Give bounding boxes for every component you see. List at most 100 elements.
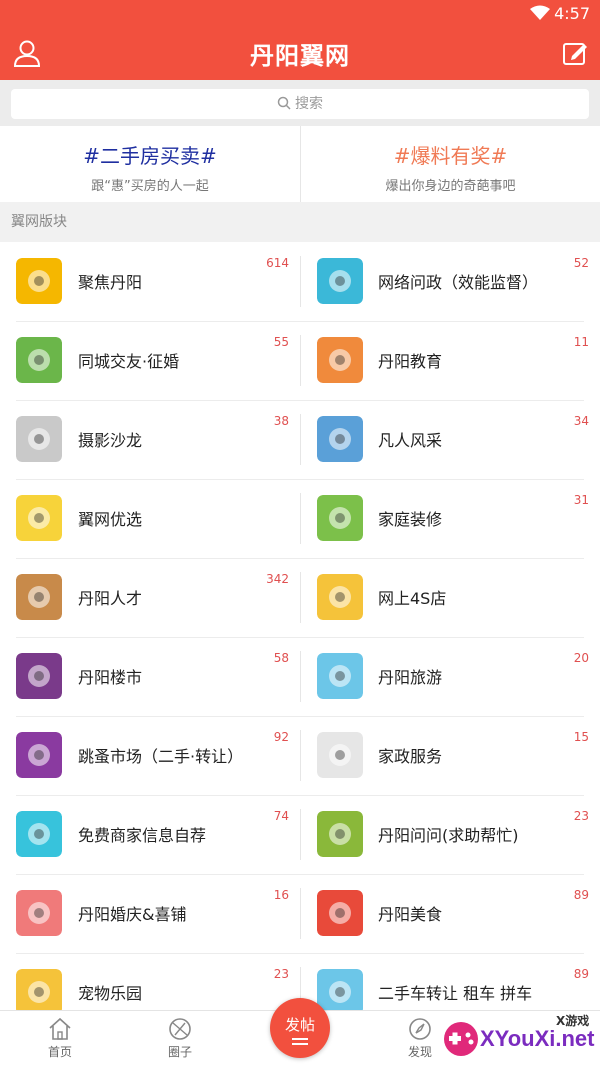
board-item[interactable]: 家庭装修 31 — [300, 479, 600, 558]
gamepad-logo-icon — [444, 1022, 478, 1056]
row-divider — [16, 795, 584, 796]
board-item[interactable]: 摄影沙龙 38 — [0, 400, 300, 479]
column-divider — [300, 572, 301, 623]
building-icon — [16, 653, 62, 699]
board-name: 家庭装修 — [378, 510, 443, 529]
board-post-count: 89 — [573, 967, 589, 981]
paint-bucket-icon — [317, 495, 363, 541]
row-divider — [16, 479, 584, 480]
board-name: 宠物乐园 — [78, 984, 143, 1003]
topic-title: #二手房买卖# — [83, 144, 217, 168]
board-post-count: 38 — [273, 414, 289, 428]
watermark-small-text: X游戏 — [556, 1014, 590, 1028]
board-item[interactable]: 家政服务 15 — [300, 716, 600, 795]
board-item[interactable]: 翼网优选 — [0, 479, 300, 558]
graduation-cap-icon — [16, 574, 62, 620]
board-name: 丹阳楼市 — [78, 668, 143, 687]
board-item[interactable]: 丹阳美食 89 — [300, 874, 600, 953]
wifi-icon — [530, 5, 550, 20]
row-divider — [16, 400, 584, 401]
row-divider — [16, 558, 584, 559]
board-post-count: 89 — [573, 888, 589, 902]
board-name: 丹阳旅游 — [378, 668, 443, 687]
phoenix-icon — [16, 258, 62, 304]
app-title: 丹阳翼网 — [250, 42, 350, 70]
car-icon — [317, 574, 363, 620]
board-name: 丹阳婚庆&喜铺 — [78, 905, 187, 924]
tab-label: 圈子 — [167, 1045, 192, 1059]
tab-label: 发现 — [407, 1045, 432, 1059]
shopping-bags-icon — [16, 732, 62, 778]
eye-icon — [317, 258, 363, 304]
board-post-count: 342 — [266, 572, 289, 586]
board-name: 丹阳人才 — [78, 589, 143, 608]
row-divider — [16, 321, 584, 322]
board-post-count: 34 — [573, 414, 589, 428]
topic-subtitle: 跟“惠”买房的人一起 — [91, 179, 209, 194]
board-item[interactable]: 免费商家信息自荐 74 — [0, 795, 300, 874]
status-time: 4:57 — [554, 4, 590, 23]
board-item[interactable]: 网络问政（效能监督） 52 — [300, 242, 600, 321]
blackboard-icon — [317, 337, 363, 383]
board-item[interactable]: 丹阳旅游 20 — [300, 637, 600, 716]
compose-icon[interactable] — [562, 40, 588, 66]
board-name: 摄影沙龙 — [78, 431, 143, 450]
board-item[interactable]: 凡人风采 34 — [300, 400, 600, 479]
search-bar-container: 搜索 — [0, 80, 600, 126]
row-divider — [16, 953, 584, 954]
topic-second-hand-house[interactable]: #二手房买卖# 跟“惠”买房的人一起 — [0, 126, 300, 202]
board-post-count: 58 — [273, 651, 289, 665]
plate-cutlery-icon — [317, 890, 363, 936]
column-divider — [300, 809, 301, 860]
column-divider — [300, 256, 301, 307]
board-post-count: 55 — [273, 335, 289, 349]
board-post-count: 16 — [273, 888, 289, 902]
board-post-count: 92 — [273, 730, 289, 744]
board-name: 丹阳问问(求助帮忙) — [378, 826, 519, 845]
board-item[interactable]: 丹阳问问(求助帮忙) 23 — [300, 795, 600, 874]
board-name: 丹阳教育 — [378, 352, 443, 371]
board-item[interactable]: 丹阳楼市 58 — [0, 637, 300, 716]
watermark: XYouXi.net X游戏 — [440, 1010, 600, 1067]
column-divider — [300, 730, 301, 781]
row-divider — [16, 637, 584, 638]
camera-icon — [16, 416, 62, 462]
post-label: 发帖 — [284, 1016, 315, 1034]
search-icon — [277, 96, 291, 110]
tab-label: 首页 — [47, 1045, 72, 1059]
question-bubble-icon — [317, 811, 363, 857]
home-icon — [49, 1017, 71, 1040]
board-name: 二手车转让 租车 拼车 — [378, 984, 533, 1003]
board-item[interactable]: 聚焦丹阳 614 — [0, 242, 300, 321]
tab-circle[interactable]: 圈子 — [140, 1017, 220, 1060]
heart-handshake-icon — [16, 337, 62, 383]
board-item[interactable]: 丹阳婚庆&喜铺 16 — [0, 874, 300, 953]
column-divider — [300, 414, 301, 465]
board-post-count: 23 — [573, 809, 589, 823]
board-post-count: 15 — [573, 730, 589, 744]
board-item[interactable]: 网上4S店 — [300, 558, 600, 637]
board-item[interactable]: 丹阳教育 11 — [300, 321, 600, 400]
search-placeholder: 搜索 — [295, 96, 323, 112]
board-item[interactable]: 跳蚤市场（二手·转让） 92 — [0, 716, 300, 795]
board-post-count: 614 — [266, 256, 289, 270]
board-name: 免费商家信息自荐 — [78, 826, 207, 845]
dog-icon — [16, 969, 62, 1015]
watermark-text: XYouXi.net — [480, 1026, 595, 1051]
bed-heart-icon — [16, 890, 62, 936]
board-item[interactable]: 同城交友·征婚 55 — [0, 321, 300, 400]
red-car-icon — [317, 969, 363, 1015]
app-bar: 4:57 丹阳翼网 — [0, 0, 600, 80]
post-button[interactable]: 发帖 — [270, 998, 330, 1058]
board-post-count: 23 — [273, 967, 289, 981]
board-name: 凡人风采 — [378, 431, 443, 450]
compass-icon — [409, 1018, 431, 1040]
topic-report-reward[interactable]: #爆料有奖# 爆出你身边的奇葩事吧 — [300, 126, 600, 202]
tab-home[interactable]: 首页 — [20, 1017, 100, 1060]
board-item[interactable]: 丹阳人才 342 — [0, 558, 300, 637]
board-post-count: 52 — [573, 256, 589, 270]
broom-icon — [317, 732, 363, 778]
search-input[interactable]: 搜索 — [11, 89, 589, 119]
topic-subtitle: 爆出你身边的奇葩事吧 — [385, 179, 516, 194]
row-divider — [16, 874, 584, 875]
